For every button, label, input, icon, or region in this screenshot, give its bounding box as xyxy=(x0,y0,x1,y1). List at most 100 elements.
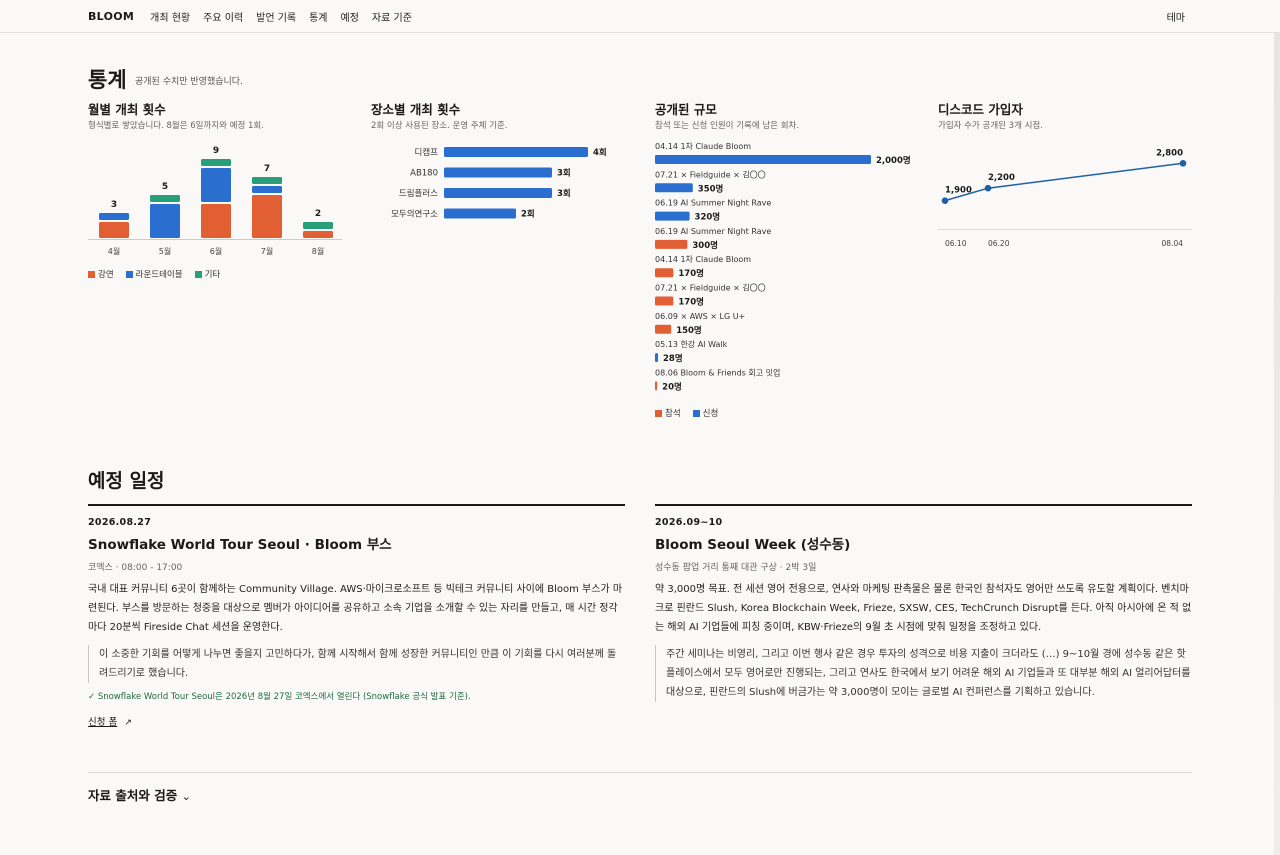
data-point xyxy=(941,197,949,204)
tick-label: 모두의연구소 xyxy=(391,209,438,220)
data-point xyxy=(984,184,992,192)
event-card-seoul-week: 2026.09~10 Bloom Seoul Week (성수동) 성수동 팝업… xyxy=(655,504,1192,702)
bar xyxy=(655,353,659,363)
event-date: 2026.08.27 xyxy=(88,517,152,528)
bar xyxy=(655,239,688,249)
data-label: 300명 xyxy=(692,240,718,251)
bar xyxy=(655,296,674,306)
chevron-down-icon: ⌄ xyxy=(181,790,191,803)
event-body: 약 3,000명 목표. 전 세션 영어 전용으로, 연사와 마케팅 판촉물은 … xyxy=(655,584,1192,633)
bar-category-label: 07.21 × Fieldguide × 김〇〇 xyxy=(655,283,766,293)
nav-item-sources[interactable]: 자료 기준 xyxy=(372,9,412,24)
sources-toggle[interactable]: 자료 출처와 검증 ⌄ xyxy=(88,785,191,804)
bar xyxy=(655,268,674,278)
bar-segment xyxy=(150,195,180,202)
legend-item-talk: 강연 xyxy=(88,268,114,280)
data-label: 170명 xyxy=(678,268,704,279)
data-label: 320명 xyxy=(695,212,721,223)
monthly-chart-subtitle: 형식별로 쌓았습니다. 8월은 6일까지와 예정 1회. xyxy=(88,121,264,131)
tick-label: 드림플러스 xyxy=(399,188,438,199)
data-label: 2회 xyxy=(521,209,535,220)
event-meta: 성수동 팝업 거리 통째 대관 구상 · 2박 3일 xyxy=(655,563,817,573)
bar-category-label: 04.14 1차 Claude Bloom xyxy=(655,142,751,151)
data-label: 3회 xyxy=(557,168,571,179)
tick-label: AB180 xyxy=(410,169,438,179)
bar-segment xyxy=(99,213,129,220)
scrollbar-track[interactable] xyxy=(1274,33,1280,855)
data-label: 1,900 xyxy=(945,186,972,196)
nav-item-status[interactable]: 개최 현황 xyxy=(150,9,190,24)
legend-item-apply: 신청 xyxy=(692,407,718,419)
discord-chart: 1,900 06.10 2,200 06.20 2,800 08.04 xyxy=(938,148,1192,248)
tick-label: 8월 xyxy=(312,246,324,256)
event-verification: ✓ Snowflake World Tour Seoul은 2026년 8월 2… xyxy=(88,692,471,702)
monthly-chart: 3 4월 5 5월 9 6월 7 7월 2 8월 xyxy=(88,146,342,256)
event-meta: 코엑스 · 08:00 - 17:00 xyxy=(88,563,183,573)
bar xyxy=(655,155,871,164)
schedule-heading: 예정 일정 xyxy=(88,470,165,492)
scale-chart-title: 공개된 규모 xyxy=(655,102,717,117)
tick-label: 디캠프 xyxy=(415,147,439,158)
bar-segment xyxy=(252,177,282,184)
bar-category-label: 06.09 × AWS × LG U+ xyxy=(655,312,745,321)
bar xyxy=(655,324,672,334)
event-title: Snowflake World Tour Seoul · Bloom 부스 xyxy=(88,537,392,553)
bar-category-label: 07.21 × Fieldguide × 김〇〇 xyxy=(655,169,766,179)
nav-item-stats[interactable]: 통계 xyxy=(309,9,327,24)
tick-label: 4월 xyxy=(108,246,120,256)
event-quote: 주간 세미나는 비영리, 그리고 이번 행사 같은 경우 투자의 성격으로 비용… xyxy=(655,645,1192,702)
event-date: 2026.09~10 xyxy=(655,517,723,528)
bar-category-label: 04.14 1차 Claude Bloom xyxy=(655,255,751,264)
event-card-snowflake: 2026.08.27 Snowflake World Tour Seoul · … xyxy=(88,504,625,729)
legend-item-roundtable: 라운드테이블 xyxy=(125,268,183,280)
bar-segment xyxy=(201,204,231,238)
data-label: 2,200 xyxy=(988,173,1015,183)
bar-category-label: 05.13 한강 AI Walk xyxy=(655,339,728,349)
bar xyxy=(655,183,693,193)
data-label: 3 xyxy=(111,200,117,210)
venue-chart-subtitle: 2회 이상 사용된 장소. 운영 주체 기준. xyxy=(371,121,508,131)
legend-item-attend: 참석 xyxy=(655,407,681,419)
nav-item-schedule[interactable]: 예정 xyxy=(341,9,359,24)
external-arrow-icon: ↗ xyxy=(124,718,132,728)
legend-item-other: 기타 xyxy=(194,268,220,280)
bar-segment xyxy=(303,222,333,229)
apply-form-link[interactable]: 신청 폼 xyxy=(88,714,117,728)
bar xyxy=(655,381,658,391)
check-icon: ✓ xyxy=(88,692,98,702)
data-label: 2,800 xyxy=(1156,148,1183,158)
data-label: 20명 xyxy=(662,381,682,392)
data-label: 350명 xyxy=(698,183,724,194)
scale-chart-subtitle: 참석 또는 신청 인원이 기록에 남은 회차. xyxy=(655,121,800,131)
bar-category-label: 06.19 AI Summer Night Rave xyxy=(655,199,771,208)
data-label: 3회 xyxy=(557,188,571,199)
bar-segment xyxy=(303,231,333,238)
data-label: 4회 xyxy=(593,147,607,158)
event-title: Bloom Seoul Week (성수동) xyxy=(655,537,851,553)
apply-link-row: 신청 폼 ↗ xyxy=(88,702,625,729)
event-quote: 이 소중한 기회를 어떻게 나누면 좋을지 고민하다가, 함께 시작해서 함께 … xyxy=(88,645,625,683)
discord-chart-title: 디스코드 가입자 xyxy=(938,102,1023,117)
scale-legend: 참석 신청 xyxy=(655,407,718,419)
tick-label: 7월 xyxy=(261,246,273,256)
bar xyxy=(444,188,552,198)
bar-category-label: 06.19 AI Summer Night Rave xyxy=(655,227,771,236)
data-label: 2 xyxy=(315,209,321,219)
data-label: 7 xyxy=(264,164,270,174)
event-body: 국내 대표 커뮤니티 6곳이 함께하는 Community Village. A… xyxy=(88,584,623,633)
bar-segment xyxy=(252,195,282,238)
tick-label: 08.04 xyxy=(1162,239,1184,248)
nav-item-remarks[interactable]: 발언 기록 xyxy=(256,9,296,24)
theme-toggle[interactable]: 테마 xyxy=(1167,9,1185,24)
data-point xyxy=(1179,160,1187,167)
bar-segment xyxy=(99,222,129,238)
bar xyxy=(655,211,690,221)
data-label: 2,000명 xyxy=(876,155,911,166)
monthly-legend: 강연 라운드테이블 기타 xyxy=(88,268,220,280)
bar-segment xyxy=(201,159,231,166)
stats-subtitle: 공개된 수치만 반영했습니다. xyxy=(135,77,243,87)
bar xyxy=(444,208,516,219)
top-nav: BLOOM 개최 현황 주요 이력 발언 기록 통계 예정 자료 기준 테마 xyxy=(0,0,1280,33)
nav-item-history[interactable]: 주요 이력 xyxy=(203,9,243,24)
logo[interactable]: BLOOM xyxy=(88,10,134,23)
